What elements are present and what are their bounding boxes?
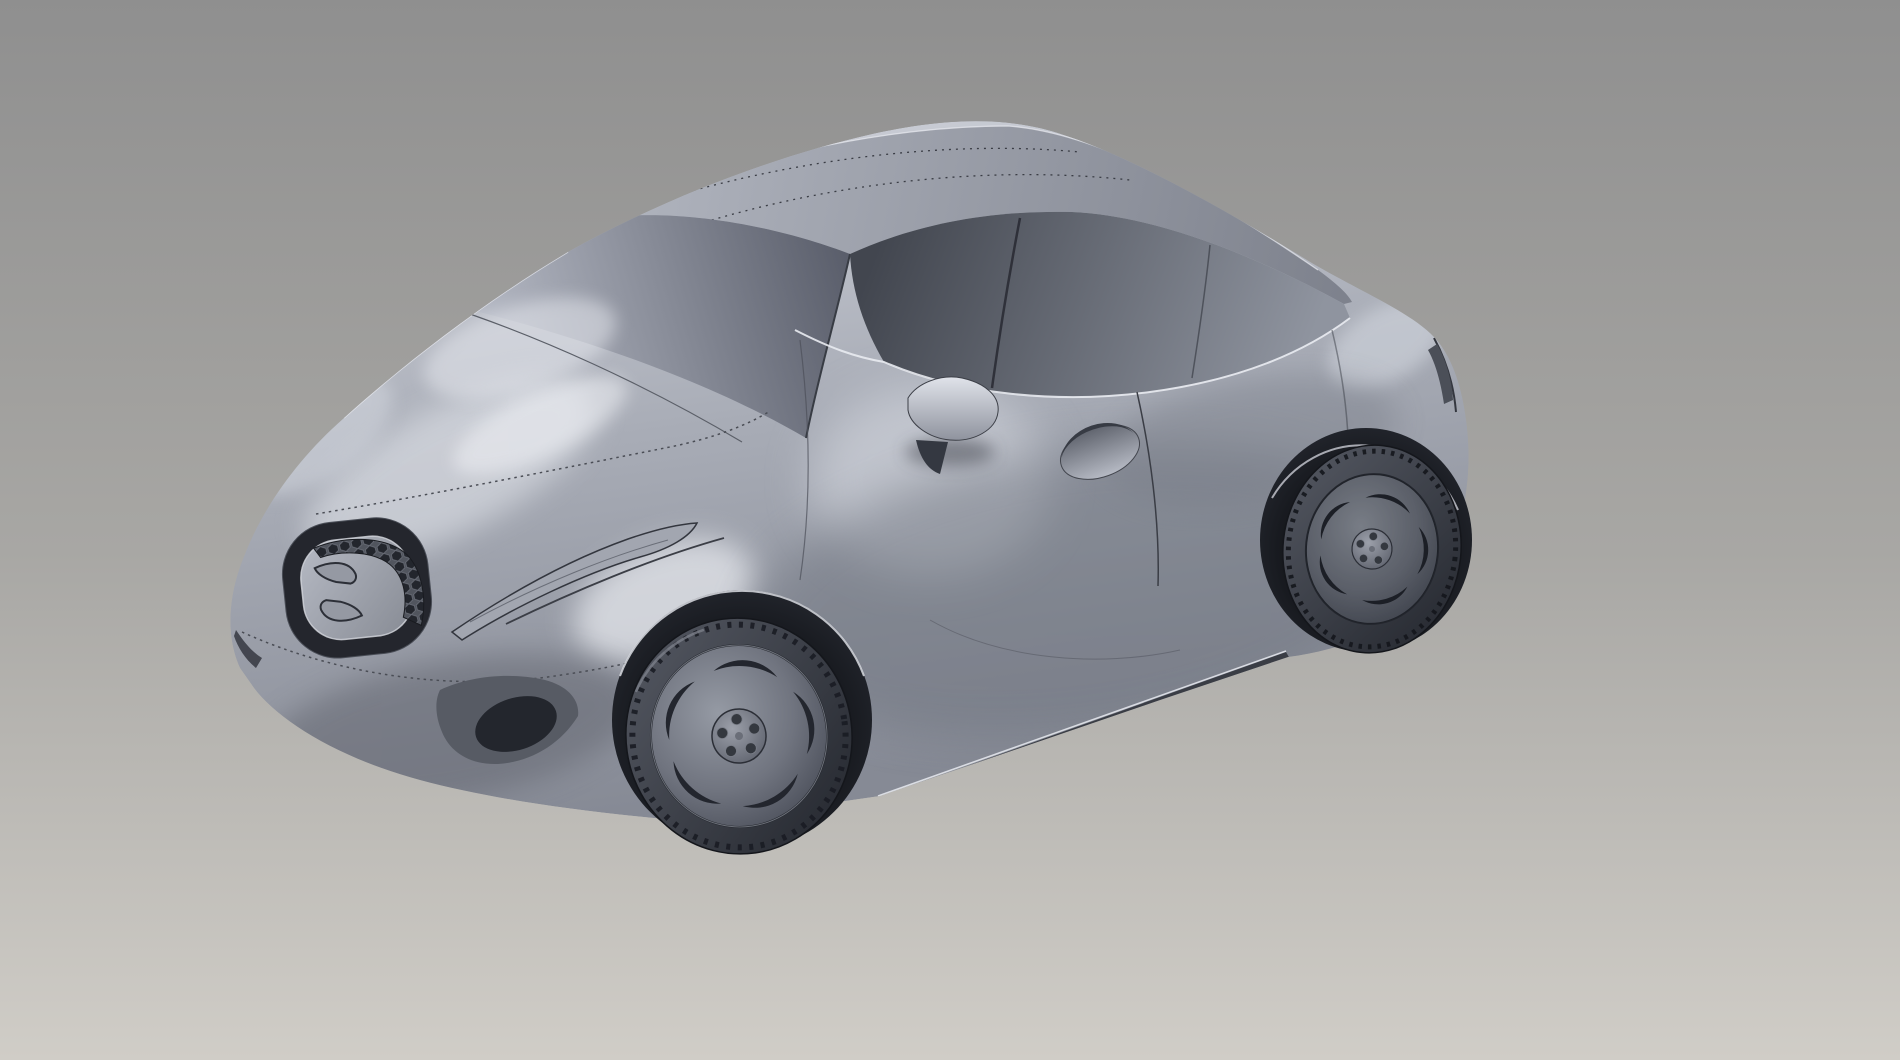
viewport-3d[interactable]	[0, 0, 1900, 1060]
side-mirror	[905, 377, 998, 474]
viewport-background	[0, 0, 1900, 1060]
car-model[interactable]	[228, 121, 1472, 868]
antenna-bump	[430, 224, 466, 252]
front-grille	[277, 513, 436, 664]
